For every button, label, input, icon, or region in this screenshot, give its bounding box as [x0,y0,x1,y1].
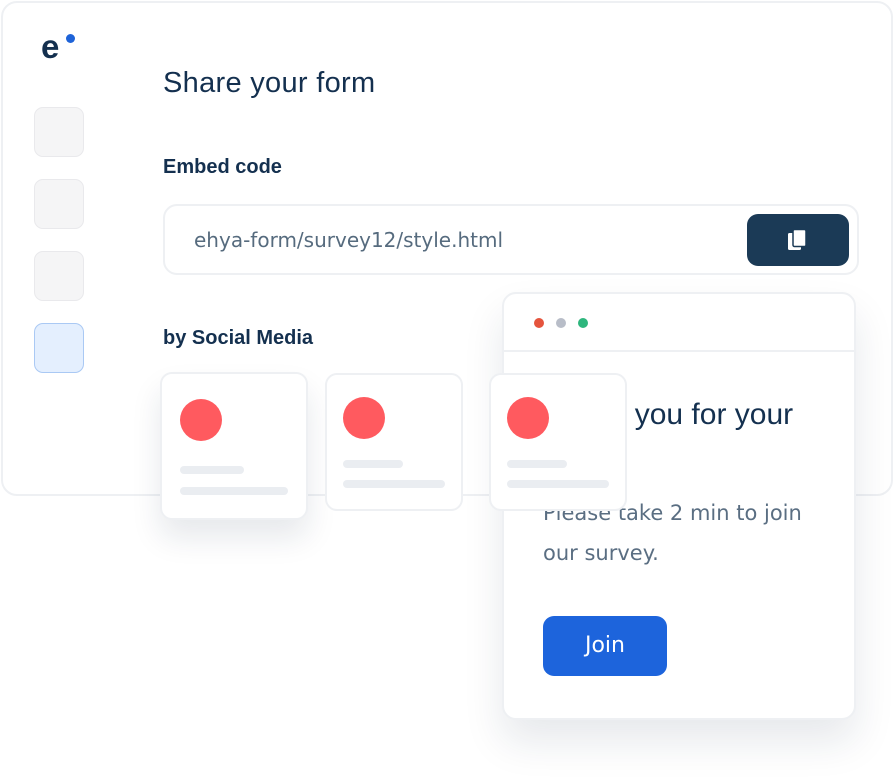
placeholder-line [507,480,609,488]
copy-icon [788,229,807,250]
social-card-2[interactable] [325,373,463,511]
social-network-icon [343,397,385,439]
window-minimize-dot-icon[interactable] [556,318,566,328]
page-title: Share your form [163,67,376,99]
logo-dot-icon [66,34,75,43]
placeholder-line [180,466,244,474]
window-close-dot-icon[interactable] [534,318,544,328]
social-network-icon [180,399,222,441]
join-button[interactable]: Join [543,616,667,676]
placeholder-line [343,460,403,468]
sidebar-item-4-active[interactable] [34,323,84,373]
sidebar-item-3[interactable] [34,251,84,301]
social-card-1[interactable] [160,372,308,520]
social-media-label: by Social Media [163,327,314,349]
window-maximize-dot-icon[interactable] [578,318,588,328]
placeholder-line [507,460,567,468]
copy-button[interactable] [747,214,849,266]
embed-code-field[interactable]: ehya-form/survey12/style.html [163,204,859,275]
app-logo: e [41,28,59,65]
placeholder-line [180,487,288,495]
sidebar-item-2[interactable] [34,179,84,229]
sidebar-item-1[interactable] [34,107,84,157]
embed-code-value[interactable]: ehya-form/survey12/style.html [194,225,503,255]
social-card-3[interactable] [489,373,627,511]
embed-code-label: Embed code [163,156,282,178]
social-network-icon [507,397,549,439]
placeholder-line [343,480,445,488]
window-titlebar [504,294,854,352]
